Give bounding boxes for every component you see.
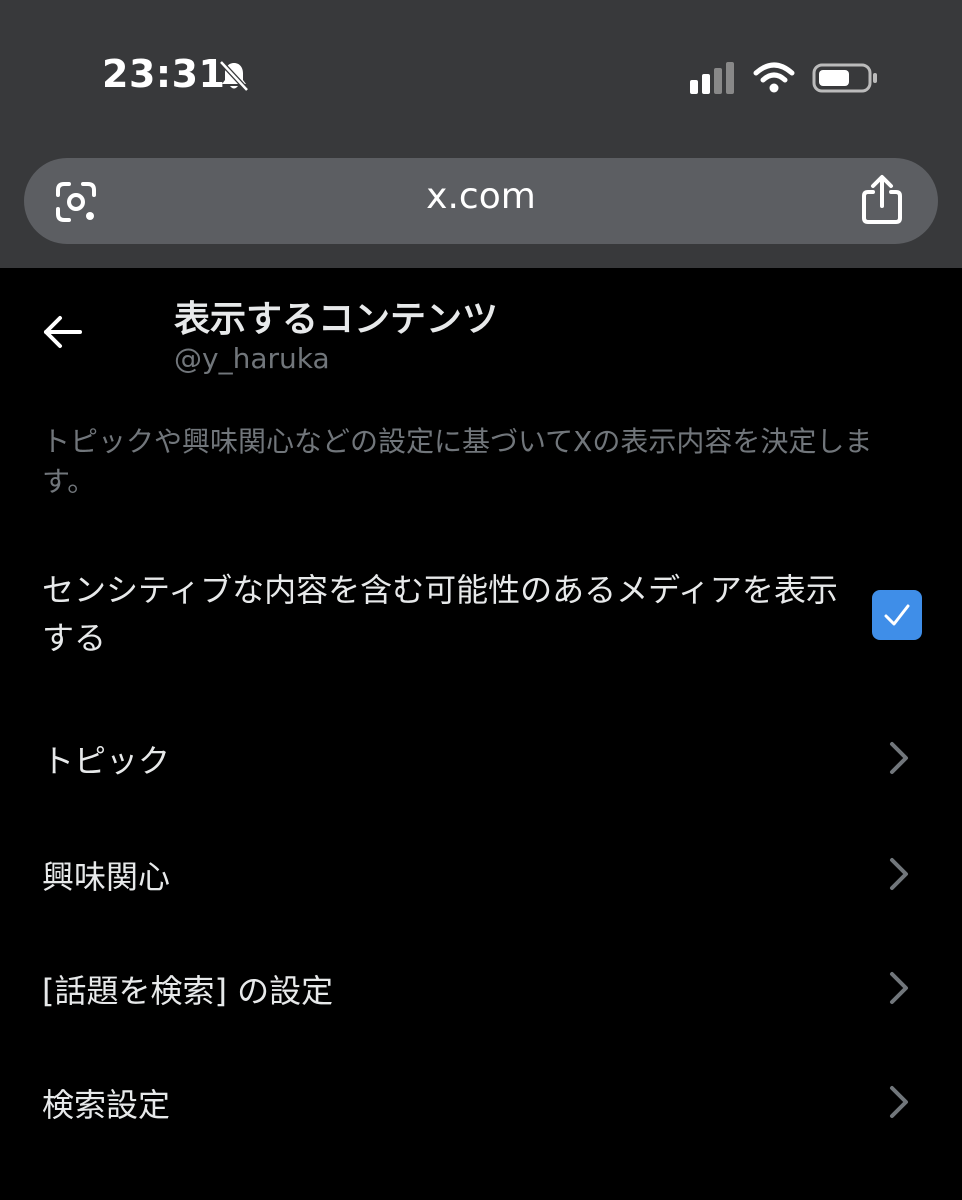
- page-title: 表示するコンテンツ: [174, 299, 499, 340]
- menu-item-explore-settings[interactable]: [話題を検索] の設定: [0, 948, 962, 1028]
- chevron-right-icon: [890, 742, 908, 774]
- page-description: トピックや興味関心などの設定に基づいてXの表示内容を決定します。: [42, 425, 873, 498]
- menu-item-topics[interactable]: トピック: [0, 718, 962, 798]
- url-text[interactable]: x.com: [0, 176, 962, 217]
- menu-item-label: 検索設定: [42, 1086, 171, 1124]
- menu-item-label: トピック: [42, 742, 171, 780]
- battery-icon: [812, 63, 877, 93]
- menu-item-interests[interactable]: 興味関心: [0, 834, 962, 914]
- sensitive-media-label: センシティブな内容を含む可能性のあるメディアを表示する: [42, 571, 838, 657]
- menu-item-label: [話題を検索] の設定: [42, 972, 334, 1010]
- status-time: 23:31: [102, 52, 226, 96]
- chevron-right-icon: [890, 972, 908, 1004]
- menu-item-label: 興味関心: [42, 858, 171, 896]
- checkmark-icon: [884, 604, 910, 626]
- bell-muted-icon: [219, 60, 249, 92]
- share-icon[interactable]: [858, 174, 906, 226]
- cellular-signal-icon: [690, 62, 734, 94]
- sensitive-media-checkbox[interactable]: [872, 590, 922, 640]
- menu-item-search-settings[interactable]: 検索設定: [0, 1062, 962, 1142]
- chevron-right-icon: [890, 1086, 908, 1118]
- chevron-right-icon: [890, 858, 908, 890]
- wifi-icon: [753, 62, 795, 93]
- user-handle: @y_haruka: [174, 342, 330, 375]
- back-arrow-icon[interactable]: [40, 310, 84, 354]
